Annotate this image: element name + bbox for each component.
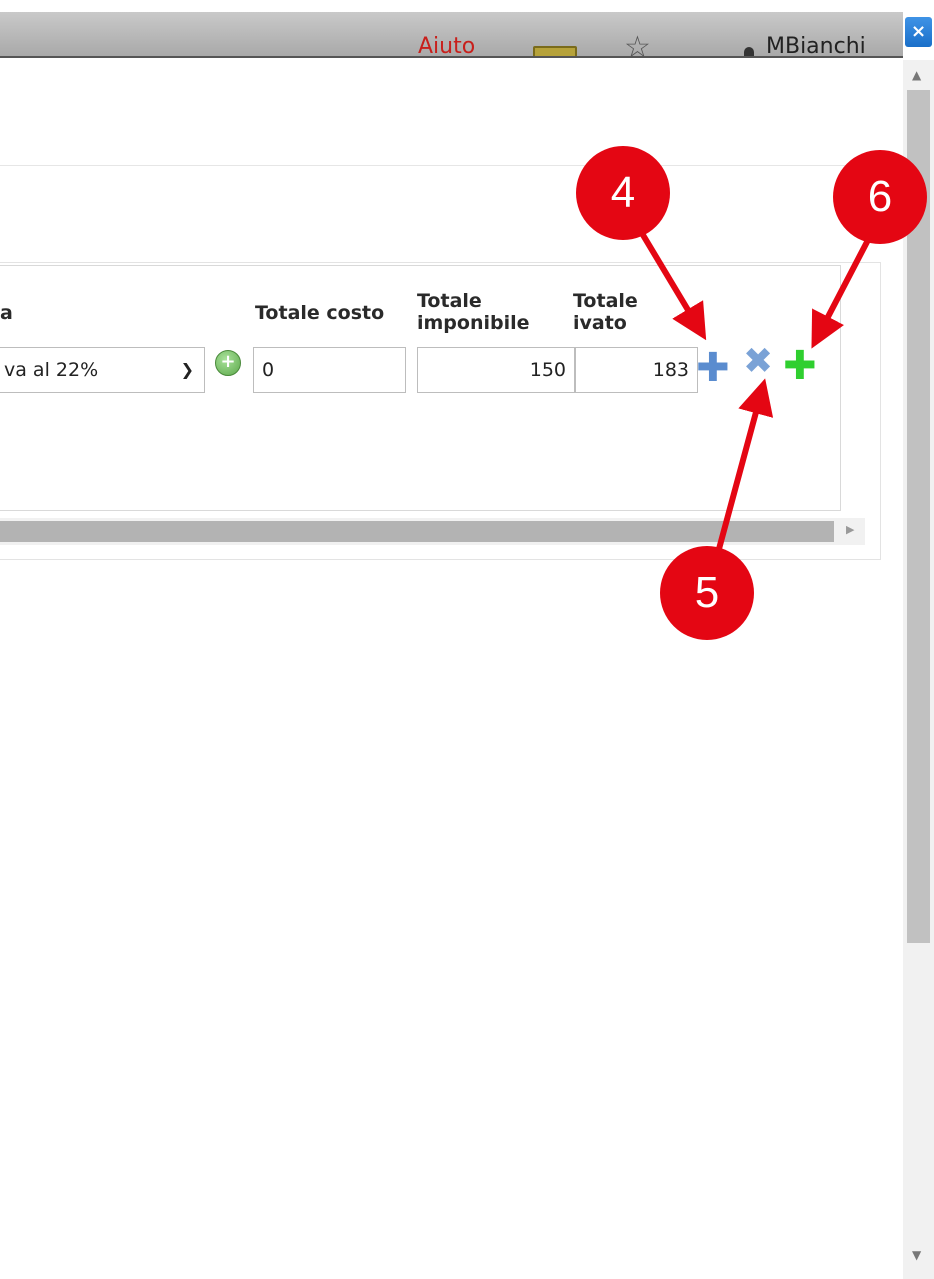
close-button[interactable]: × — [905, 17, 932, 47]
iva-select[interactable]: va al 22% ❯ — [0, 347, 205, 393]
star-icon[interactable]: ☆ — [624, 30, 651, 56]
help-link[interactable]: Aiuto — [418, 34, 475, 56]
top-navbar: Aiuto ☆ MBianchi — [0, 12, 903, 58]
remove-row-icon[interactable]: ✖ — [743, 344, 773, 380]
header-totale-imponibile: Totale imponibile — [417, 290, 530, 334]
username-link[interactable]: MBianchi — [766, 34, 866, 56]
header-line: ivato — [573, 312, 627, 334]
chevron-down-icon: ❯ — [180, 360, 194, 379]
scrollbar-thumb[interactable] — [0, 521, 834, 542]
notification-icon[interactable] — [533, 46, 577, 56]
scroll-up-icon[interactable]: ▲ — [912, 68, 921, 82]
callout-4: 4 — [576, 146, 670, 240]
callout-6: 6 — [833, 150, 927, 244]
add-row-icon[interactable]: ✚ — [696, 348, 730, 388]
annotation-arrows — [637, 228, 871, 561]
add-iva-icon[interactable]: + — [215, 350, 241, 376]
scroll-right-icon[interactable]: ▶ — [846, 523, 854, 536]
divider — [0, 165, 880, 166]
callout-5: 5 — [660, 546, 754, 640]
header-line: imponibile — [417, 312, 530, 334]
vertical-scrollbar[interactable]: ▲ ▼ — [903, 60, 934, 1279]
add-new-row-icon[interactable]: ✚ — [783, 346, 817, 386]
horizontal-scrollbar[interactable]: ▶ — [0, 518, 865, 545]
totale-costo-input[interactable]: 0 — [253, 347, 406, 393]
totale-ivato-input[interactable]: 183 — [575, 347, 698, 393]
totale-imponibile-input[interactable]: 150 — [417, 347, 575, 393]
header-line: Totale — [573, 290, 638, 312]
header-line: Totale — [417, 290, 482, 312]
header-totale-costo: Totale costo — [255, 302, 385, 324]
user-icon — [744, 47, 754, 56]
scroll-down-icon[interactable]: ▼ — [912, 1248, 921, 1262]
iva-select-value: va al 22% — [4, 359, 99, 381]
header-iva: a — [0, 302, 13, 324]
header-totale-ivato: Totale ivato — [573, 290, 638, 334]
